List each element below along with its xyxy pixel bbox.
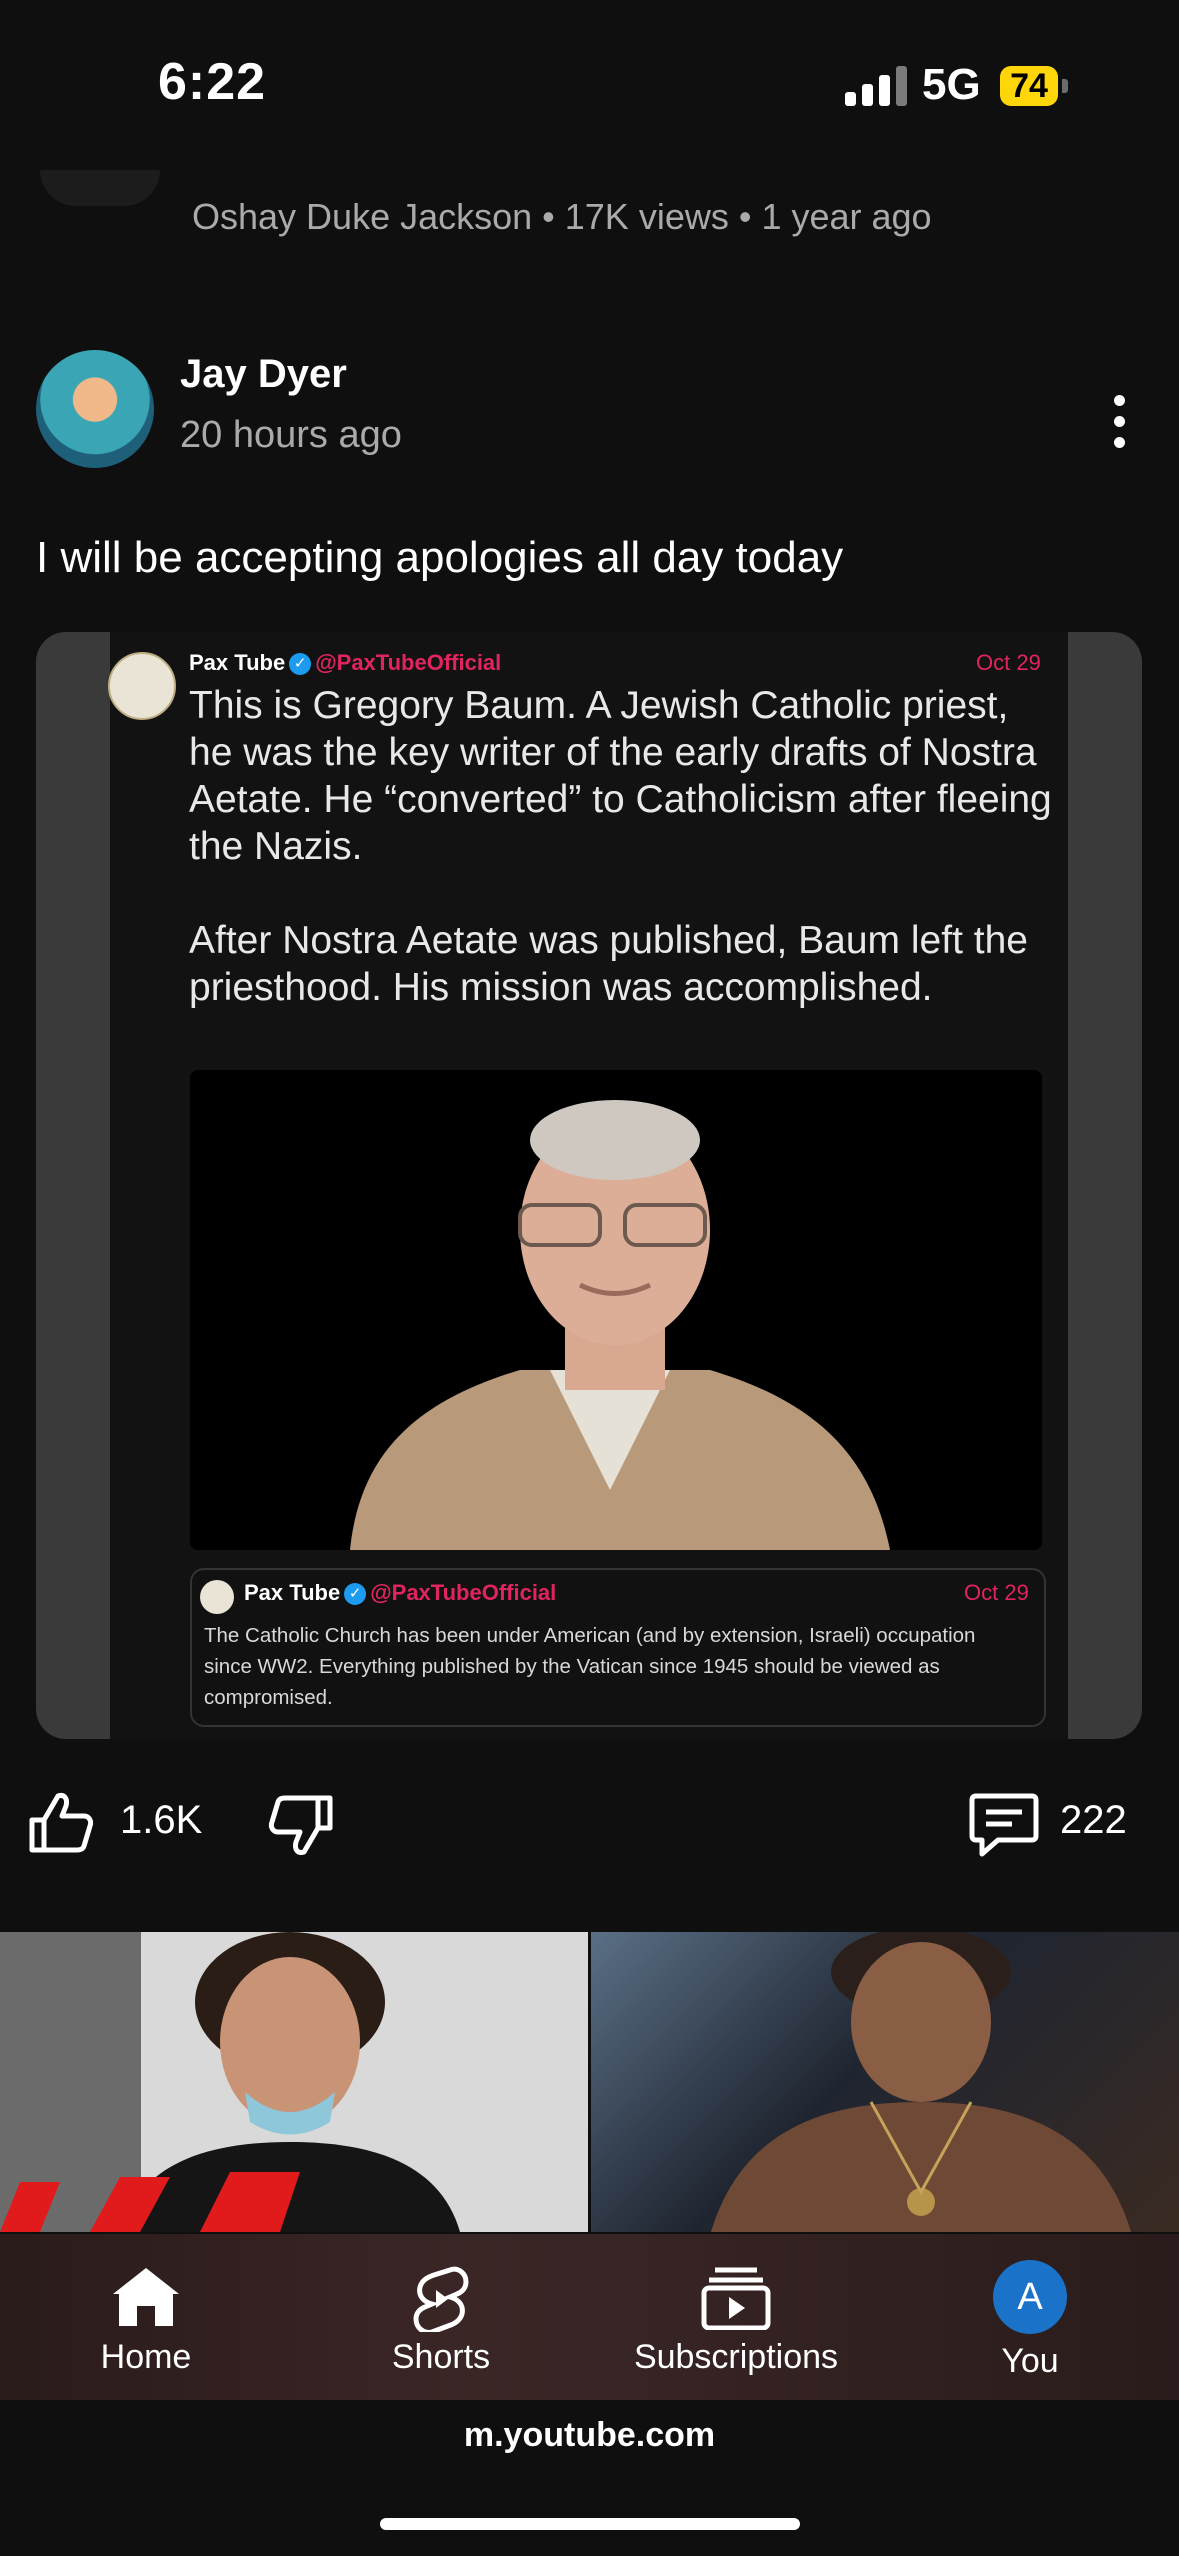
status-time: 6:22 (158, 53, 267, 111)
tweet-photo (190, 1070, 1042, 1550)
post-time: 20 hours ago (180, 414, 402, 456)
tweet-author: Pax Tube ✓ @PaxTubeOfficial (189, 650, 502, 676)
battery-icon (1062, 79, 1068, 93)
more-options-icon[interactable] (1100, 395, 1140, 449)
quoted-date: Oct 29 (964, 1580, 1029, 1605)
channel-name[interactable]: Jay Dyer (180, 352, 347, 397)
channel-avatar[interactable] (36, 350, 154, 468)
quoted-author: Pax Tube ✓ @PaxTubeOfficial (244, 1580, 557, 1606)
short-thumbnail[interactable] (0, 1932, 588, 2232)
previous-video-meta[interactable]: Oshay Duke Jackson • 17K views • 1 year … (192, 196, 932, 238)
nav-subscriptions[interactable]: Subscriptions (606, 2234, 866, 2400)
nav-you-label: You (1001, 2342, 1059, 2380)
nav-home[interactable]: Home (16, 2234, 276, 2400)
tweet-date: Oct 29 (976, 650, 1041, 675)
shorts-icon (413, 2266, 469, 2332)
url-label[interactable]: m.youtube.com (0, 2416, 1179, 2455)
nav-home-label: Home (100, 2338, 192, 2376)
tweet-handle: @PaxTubeOfficial (315, 650, 502, 675)
battery-level: 74 (1000, 66, 1058, 106)
user-avatar: A (993, 2260, 1067, 2334)
home-icon (113, 2268, 179, 2326)
like-count: 1.6K (120, 1798, 203, 1842)
nav-you[interactable]: A You (900, 2234, 1160, 2400)
nav-subscriptions-label: Subscriptions (633, 2338, 839, 2376)
quoted-text: The Catholic Church has been under Ameri… (204, 1624, 976, 1709)
quoted-handle: @PaxTubeOfficial (370, 1580, 557, 1605)
post-text: I will be accepting apologies all day to… (36, 533, 844, 582)
pax-tube-logo (200, 1580, 234, 1614)
short-thumbnail[interactable] (591, 1932, 1179, 2232)
nav-shorts[interactable]: Shorts (311, 2234, 571, 2400)
pax-tube-logo (108, 652, 176, 720)
network-label: 5G (922, 60, 981, 109)
tweet-text: This is Gregory Baum. A Jewish Catholic … (189, 684, 1052, 1009)
signal-icon (845, 64, 909, 106)
like-icon[interactable] (26, 1788, 96, 1858)
comment-icon[interactable] (968, 1790, 1040, 1860)
previous-video-thumbnail[interactable] (40, 170, 160, 206)
dislike-icon[interactable] (266, 1790, 336, 1860)
comment-count[interactable]: 222 (1060, 1798, 1127, 1843)
subscriptions-icon (701, 2267, 771, 2330)
nav-shorts-label: Shorts (391, 2338, 491, 2376)
home-indicator[interactable] (380, 2518, 800, 2530)
verified-icon: ✓ (289, 653, 312, 676)
verified-icon: ✓ (344, 1583, 367, 1606)
